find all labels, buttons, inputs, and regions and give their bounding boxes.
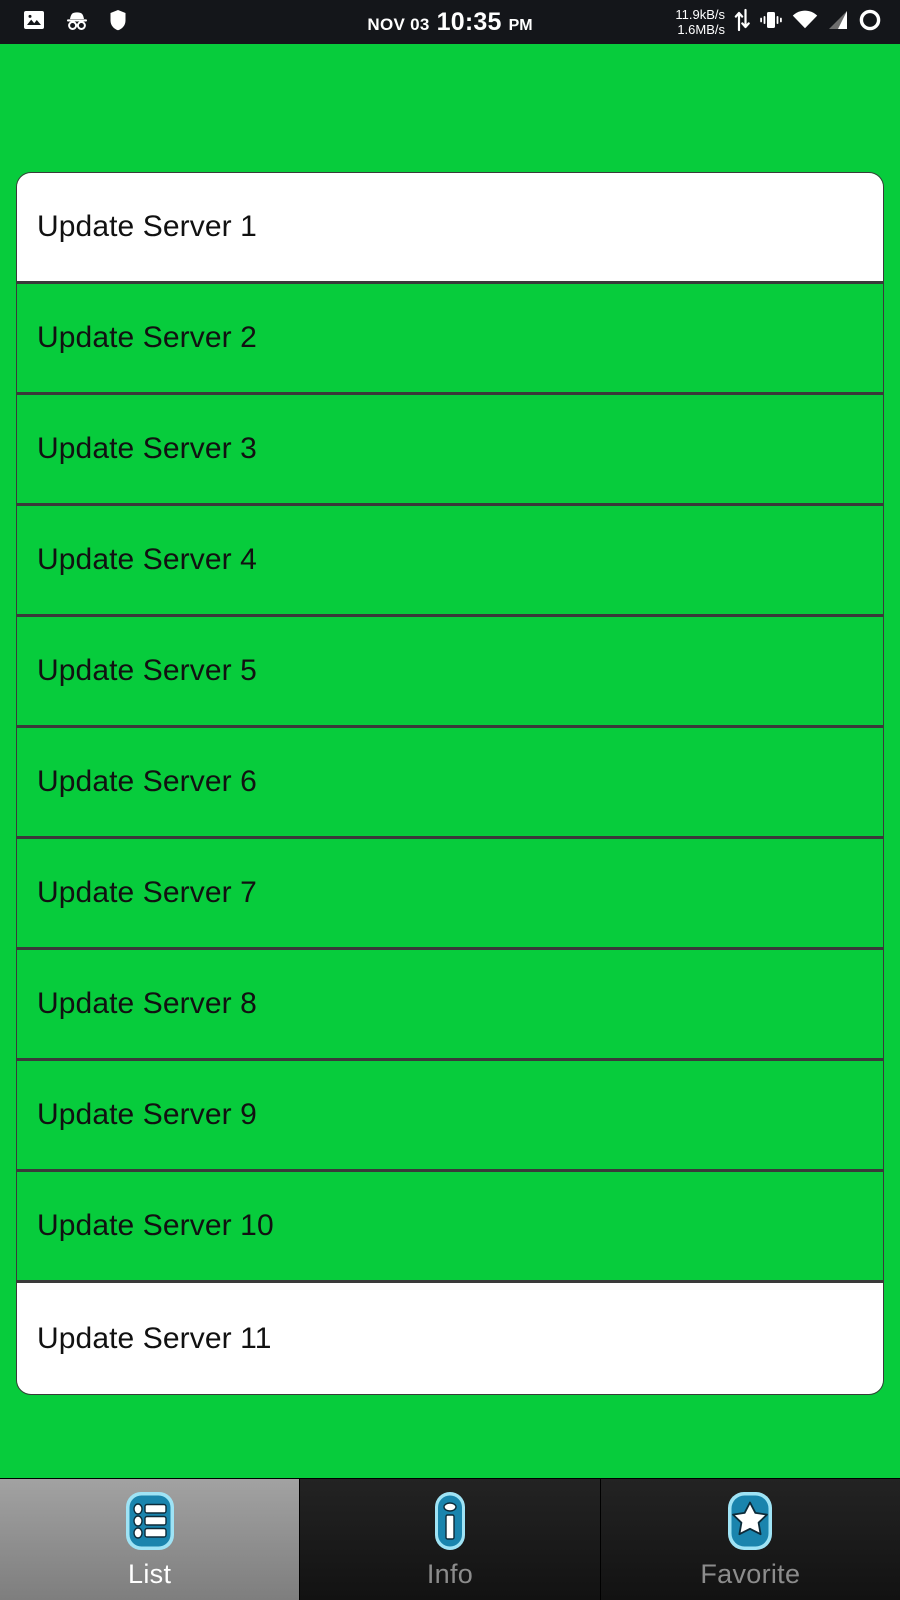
list-item-label: Update Server 1: [37, 210, 257, 243]
list-item[interactable]: Update Server 11: [17, 1283, 883, 1394]
list-item[interactable]: Update Server 1: [17, 173, 883, 284]
nav-tab-favorite[interactable]: Favorite: [600, 1479, 900, 1600]
list-item-label: Update Server 8: [37, 987, 257, 1020]
list-item[interactable]: Update Server 2: [17, 284, 883, 395]
list-item-label: Update Server 4: [37, 543, 257, 576]
nav-tab-info[interactable]: Info: [300, 1479, 601, 1600]
list-item[interactable]: Update Server 7: [17, 839, 883, 950]
status-bar-left-icons: [22, 8, 128, 37]
list-item-label: Update Server 7: [37, 876, 257, 909]
star-icon: [721, 1489, 779, 1553]
image-icon: [22, 8, 46, 37]
incognito-icon: [64, 8, 90, 37]
nav-tab-list[interactable]: List: [0, 1479, 301, 1600]
status-bar-right-icons: 11.9kB/s 1.6MB/s: [675, 7, 882, 38]
list-item-label: Update Server 6: [37, 765, 257, 798]
list-item-label: Update Server 3: [37, 432, 257, 465]
bottom-navigation-bar[interactable]: List Info Favorite: [0, 1478, 900, 1600]
server-list[interactable]: Update Server 1 Update Server 2 Update Ser…: [16, 172, 884, 1395]
list-item[interactable]: Update Server 10: [17, 1172, 883, 1283]
status-bar-ampm: PM: [508, 16, 533, 34]
list-item-label: Update Server 11: [37, 1321, 272, 1355]
list-item-label: Update Server 2: [37, 321, 257, 354]
wifi-icon: [792, 10, 818, 35]
list-item[interactable]: Update Server 8: [17, 950, 883, 1061]
list-item-label: Update Server 10: [37, 1209, 274, 1242]
nav-tab-label: List: [128, 1559, 172, 1589]
list-item[interactable]: Update Server 3: [17, 395, 883, 506]
list-item-label: Update Server 5: [37, 654, 257, 687]
list-item[interactable]: Update Server 5: [17, 617, 883, 728]
status-bar-date: NOV 03: [367, 14, 430, 34]
shield-icon: [108, 8, 128, 37]
status-bar: NOV 03 10:35 PM 11.9kB/s 1.6MB/s: [0, 0, 900, 44]
info-icon: [421, 1489, 479, 1553]
status-bar-time: 10:35: [436, 7, 502, 36]
network-speed-indicator: 11.9kB/s 1.6MB/s: [675, 7, 725, 37]
list-item-label: Update Server 9: [37, 1098, 257, 1131]
list-item[interactable]: Update Server 9: [17, 1061, 883, 1172]
download-speed: 1.6MB/s: [677, 22, 725, 37]
list-item[interactable]: Update Server 4: [17, 506, 883, 617]
battery-icon: [858, 8, 882, 37]
data-transfer-icon: [734, 7, 750, 38]
list-icon: [121, 1489, 179, 1553]
list-item[interactable]: Update Server 6: [17, 728, 883, 839]
nav-tab-label: Info: [426, 1559, 474, 1589]
vibrate-icon: [759, 9, 783, 36]
nav-tab-label: Favorite: [700, 1559, 801, 1589]
upload-speed: 11.9kB/s: [675, 7, 725, 22]
cellular-signal-icon: [827, 10, 849, 35]
